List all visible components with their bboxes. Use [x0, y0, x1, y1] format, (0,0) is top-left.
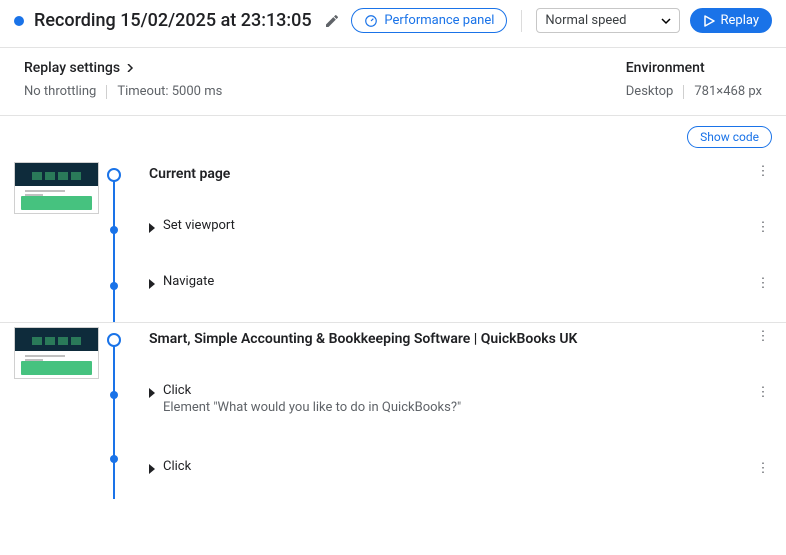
- section-header-row: Smart, Simple Accounting & Bookkeeping S…: [149, 327, 772, 349]
- replay-button[interactable]: Replay: [690, 8, 773, 33]
- replay-settings-title-label: Replay settings: [24, 60, 120, 76]
- env-device: Desktop: [626, 84, 674, 99]
- divider: [521, 10, 522, 32]
- section-content: Smart, Simple Accounting & Bookkeeping S…: [129, 327, 772, 489]
- settings-row: Replay settings No throttling Timeout: 5…: [0, 48, 786, 116]
- more-menu-icon[interactable]: ⋮: [754, 220, 772, 235]
- step-label: Click: [163, 459, 191, 474]
- step-label: Set viewport: [163, 218, 235, 233]
- divider: [683, 85, 684, 99]
- section-header-row: Current page ⋮: [149, 162, 772, 184]
- expand-caret-icon: [149, 464, 155, 474]
- step-row[interactable]: Click ⋮: [149, 459, 772, 481]
- environment-block: Environment Desktop 781×468 px: [626, 60, 762, 99]
- header-actions: Performance panel Normal speed Replay: [351, 8, 772, 33]
- show-code-button[interactable]: Show code: [687, 126, 772, 148]
- environment-title-label: Environment: [626, 60, 705, 76]
- step-row[interactable]: Click Element "What would you like to do…: [149, 383, 772, 415]
- more-menu-icon[interactable]: ⋮: [754, 461, 772, 476]
- timeline: Current page ⋮ Set viewport ⋮ Navigate ⋮: [0, 158, 786, 499]
- timeline-node: [110, 282, 118, 290]
- section-title: Smart, Simple Accounting & Bookkeeping S…: [149, 331, 577, 347]
- speed-select-label: Normal speed: [545, 13, 626, 28]
- timeline-rail: [99, 327, 129, 489]
- step-label: Click: [163, 383, 461, 398]
- divider: [106, 85, 107, 99]
- step-sublabel: Element "What would you like to do in Qu…: [163, 400, 461, 415]
- env-viewport: 781×468 px: [694, 84, 762, 99]
- expand-caret-icon: [149, 279, 155, 289]
- chevron-down-icon: [661, 16, 671, 26]
- timeline-section: Current page ⋮ Set viewport ⋮ Navigate ⋮: [0, 158, 786, 323]
- timeline-node-major: [107, 168, 121, 182]
- replay-settings-values: No throttling Timeout: 5000 ms: [24, 84, 222, 99]
- more-menu-icon[interactable]: ⋮: [754, 164, 772, 179]
- header: Recording 15/02/2025 at 23:13:05 Perform…: [0, 0, 786, 48]
- timeout-value: Timeout: 5000 ms: [117, 84, 222, 99]
- timeline-node-major: [107, 333, 121, 347]
- timeline-node: [110, 391, 118, 399]
- section-content: Current page ⋮ Set viewport ⋮ Navigate ⋮: [129, 162, 772, 312]
- more-menu-icon[interactable]: ⋮: [754, 329, 772, 344]
- speed-select[interactable]: Normal speed: [536, 8, 679, 33]
- thumbnail-column: [14, 327, 99, 489]
- step-row[interactable]: Navigate ⋮: [149, 274, 772, 296]
- environment-title: Environment: [626, 60, 762, 76]
- expand-caret-icon: [149, 388, 155, 398]
- performance-panel-label: Performance panel: [384, 13, 494, 28]
- gauge-icon: [364, 14, 378, 28]
- show-code-row: Show code: [0, 116, 786, 158]
- timeline-rail: [99, 162, 129, 312]
- more-menu-icon[interactable]: ⋮: [754, 276, 772, 291]
- recording-title: Recording 15/02/2025 at 23:13:05: [34, 10, 312, 31]
- performance-panel-button[interactable]: Performance panel: [351, 8, 507, 33]
- page-thumbnail[interactable]: [14, 162, 99, 214]
- thumbnail-column: [14, 162, 99, 312]
- throttling-value: No throttling: [24, 84, 96, 99]
- timeline-node: [110, 226, 118, 234]
- section-title: Current page: [149, 166, 230, 182]
- edit-icon[interactable]: [324, 13, 340, 29]
- timeline-section: Smart, Simple Accounting & Bookkeeping S…: [0, 323, 786, 499]
- play-icon: [703, 15, 715, 27]
- chevron-right-icon: [126, 64, 134, 72]
- replay-settings-block: Replay settings No throttling Timeout: 5…: [24, 60, 222, 99]
- replay-settings-title[interactable]: Replay settings: [24, 60, 222, 76]
- step-label: Navigate: [163, 274, 214, 289]
- page-thumbnail[interactable]: [14, 327, 99, 379]
- replay-label: Replay: [721, 13, 760, 28]
- environment-values: Desktop 781×468 px: [626, 84, 762, 99]
- step-row[interactable]: Set viewport ⋮: [149, 218, 772, 240]
- more-menu-icon[interactable]: ⋮: [754, 385, 772, 400]
- timeline-node: [110, 455, 118, 463]
- recording-indicator-icon: [14, 16, 24, 26]
- expand-caret-icon: [149, 223, 155, 233]
